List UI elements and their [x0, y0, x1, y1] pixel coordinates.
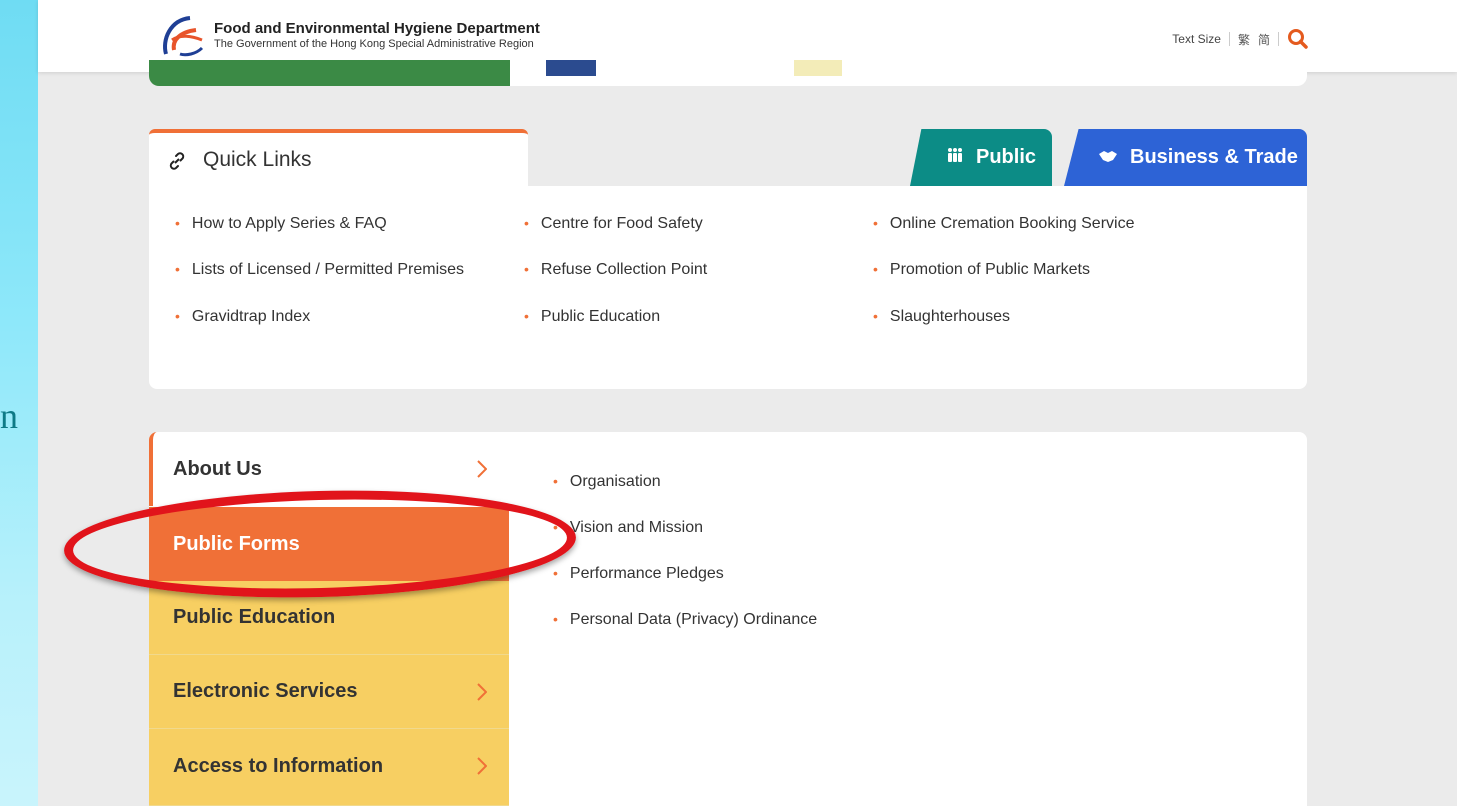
chevron-right-icon: [477, 683, 487, 701]
divider: [1278, 32, 1279, 46]
submenu-link[interactable]: Organisation: [553, 473, 661, 491]
banner-green-block: [149, 60, 510, 86]
text-size-link[interactable]: Text Size: [1172, 32, 1221, 46]
menu-item-electronic-services[interactable]: Electronic Services: [149, 655, 509, 729]
submenu-link[interactable]: Performance Pledges: [553, 565, 724, 583]
tab-public-label: Public: [976, 146, 1037, 168]
menu-item-label: About Us: [173, 457, 262, 480]
quick-link[interactable]: Lists of Licensed / Permitted Premises: [175, 261, 464, 279]
department-title[interactable]: Food and Environmental Hygiene Departmen…: [214, 20, 540, 37]
chevron-right-icon: [477, 757, 487, 775]
people-icon: [946, 147, 964, 168]
banner-blue-block: [546, 60, 596, 76]
link-icon: [169, 152, 185, 170]
department-subtitle: The Government of the Hong Kong Special …: [214, 38, 534, 50]
submenu-link[interactable]: Personal Data (Privacy) Ordinance: [553, 611, 817, 629]
lang-traditional-link[interactable]: 繁: [1238, 31, 1250, 48]
quick-link[interactable]: Centre for Food Safety: [524, 215, 703, 233]
fehd-logo-icon[interactable]: [156, 10, 208, 62]
handshake-icon: [1098, 147, 1118, 168]
menu-item-label: Access to Information: [173, 754, 384, 777]
quick-link[interactable]: Slaughterhouses: [873, 308, 1010, 326]
quick-link[interactable]: Public Education: [524, 308, 660, 326]
quick-link[interactable]: How to Apply Series & FAQ: [175, 215, 387, 233]
lang-simplified-link[interactable]: 简: [1258, 31, 1270, 48]
side-letter: n: [0, 396, 18, 436]
quick-link[interactable]: Gravidtrap Index: [175, 308, 310, 326]
search-icon[interactable]: [1287, 28, 1309, 50]
banner-yellow-block: [794, 60, 842, 76]
quick-link[interactable]: Promotion of Public Markets: [873, 261, 1090, 279]
header-tools: Text Size 繁 简: [1172, 28, 1309, 50]
tab-public[interactable]: Public: [910, 129, 1052, 186]
quick-links-tab: Quick Links: [149, 129, 528, 186]
quick-link[interactable]: Refuse Collection Point: [524, 261, 707, 279]
menu-item-access-to-information[interactable]: Access to Information: [149, 729, 509, 803]
tab-business-trade-label: Business & Trade: [1130, 146, 1298, 168]
banner-strip: [149, 60, 1307, 86]
menu-item-label: Electronic Services: [173, 680, 358, 702]
quick-links-title: Quick Links: [203, 148, 312, 171]
divider: [1228, 32, 1230, 46]
tab-business-trade[interactable]: Business & Trade: [1064, 129, 1307, 186]
chevron-right-icon: [477, 460, 487, 478]
quick-link[interactable]: Online Cremation Booking Service: [873, 215, 1135, 233]
menu-item-label: Public Education: [173, 606, 336, 628]
